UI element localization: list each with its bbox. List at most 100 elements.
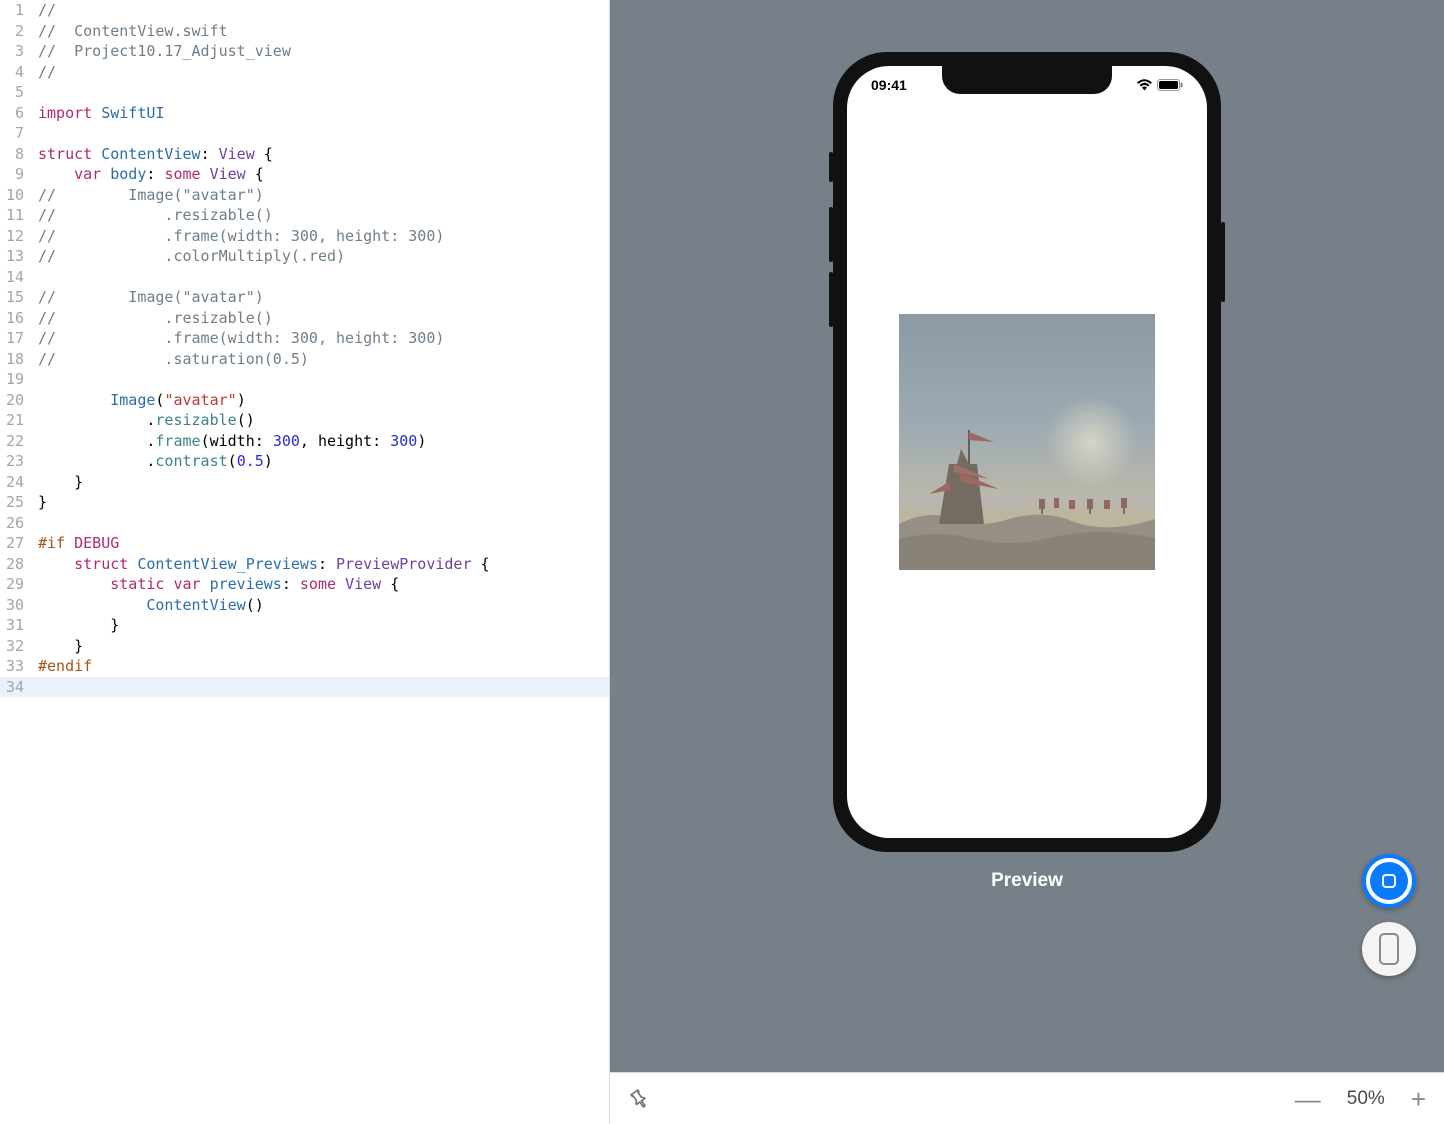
code-content[interactable]: // .resizable() [30, 205, 273, 226]
code-content[interactable]: // .colorMultiply(.red) [30, 246, 345, 267]
code-content[interactable] [30, 513, 38, 534]
code-content[interactable]: struct ContentView_Previews: PreviewProv… [30, 554, 490, 575]
code-content[interactable] [30, 267, 38, 288]
code-line[interactable]: 32 } [0, 636, 609, 657]
device-screen: 09:41 [847, 66, 1207, 838]
device-frame: 09:41 [833, 52, 1221, 852]
code-line[interactable]: 27#if DEBUG [0, 533, 609, 554]
line-number: 32 [0, 636, 30, 657]
code-content[interactable]: .frame(width: 300, height: 300) [30, 431, 426, 452]
code-line[interactable]: 20 Image("avatar") [0, 390, 609, 411]
code-content[interactable]: struct ContentView: View { [30, 144, 273, 165]
line-number: 23 [0, 451, 30, 472]
line-number: 8 [0, 144, 30, 165]
code-line[interactable]: 29 static var previews: some View { [0, 574, 609, 595]
code-line[interactable]: 21 .resizable() [0, 410, 609, 431]
line-number: 25 [0, 492, 30, 513]
line-number: 20 [0, 390, 30, 411]
code-line[interactable]: 17// .frame(width: 300, height: 300) [0, 328, 609, 349]
line-number: 22 [0, 431, 30, 452]
code-line[interactable]: 7 [0, 123, 609, 144]
code-content[interactable] [30, 369, 38, 390]
code-line[interactable]: 13// .colorMultiply(.red) [0, 246, 609, 267]
line-number: 24 [0, 472, 30, 493]
line-number: 7 [0, 123, 30, 144]
preview-on-device-button[interactable] [1362, 922, 1416, 976]
code-content[interactable]: .contrast(0.5) [30, 451, 273, 472]
code-line[interactable]: 3// Project10.17_Adjust_view [0, 41, 609, 62]
code-content[interactable]: } [30, 636, 83, 657]
code-content[interactable]: import SwiftUI [30, 103, 164, 124]
live-preview-button[interactable] [1362, 854, 1416, 908]
code-line[interactable]: 28 struct ContentView_Previews: PreviewP… [0, 554, 609, 575]
line-number: 31 [0, 615, 30, 636]
pin-icon[interactable] [628, 1088, 650, 1110]
code-line[interactable]: 31 } [0, 615, 609, 636]
code-content[interactable]: var body: some View { [30, 164, 264, 185]
code-line[interactable]: 2// ContentView.swift [0, 21, 609, 42]
line-number: 5 [0, 82, 30, 103]
code-line[interactable]: 33#endif [0, 656, 609, 677]
code-content[interactable]: // ContentView.swift [30, 21, 228, 42]
code-content[interactable]: #if DEBUG [30, 533, 119, 554]
code-line[interactable]: 14 [0, 267, 609, 288]
line-number: 26 [0, 513, 30, 534]
code-content[interactable]: .resizable() [30, 410, 255, 431]
code-content[interactable]: // Image("avatar") [30, 287, 264, 308]
code-line[interactable]: 5 [0, 82, 609, 103]
device-side-button [829, 207, 833, 262]
code-line[interactable]: 23 .contrast(0.5) [0, 451, 609, 472]
line-number: 29 [0, 574, 30, 595]
code-line[interactable]: 24 } [0, 472, 609, 493]
code-content[interactable]: // Project10.17_Adjust_view [30, 41, 291, 62]
code-content[interactable] [30, 123, 38, 144]
code-line[interactable]: 19 [0, 369, 609, 390]
code-line[interactable]: 22 .frame(width: 300, height: 300) [0, 431, 609, 452]
code-content[interactable]: static var previews: some View { [30, 574, 399, 595]
code-content[interactable]: Image("avatar") [30, 390, 246, 411]
code-content[interactable]: // .frame(width: 300, height: 300) [30, 226, 444, 247]
code-content[interactable]: #endif [30, 656, 92, 677]
line-number: 4 [0, 62, 30, 83]
code-content[interactable] [30, 82, 38, 103]
code-line[interactable]: 1// [0, 0, 609, 21]
code-content[interactable]: // .frame(width: 300, height: 300) [30, 328, 444, 349]
code-line[interactable]: 11// .resizable() [0, 205, 609, 226]
code-line[interactable]: 4// [0, 62, 609, 83]
code-line[interactable]: 15// Image("avatar") [0, 287, 609, 308]
zoom-in-button[interactable]: + [1411, 1086, 1426, 1112]
code-content[interactable]: } [30, 472, 83, 493]
code-content[interactable]: // [30, 62, 56, 83]
code-line[interactable]: 25} [0, 492, 609, 513]
code-content[interactable] [30, 677, 38, 698]
line-number: 9 [0, 164, 30, 185]
line-number: 16 [0, 308, 30, 329]
code-line[interactable]: 30 ContentView() [0, 595, 609, 616]
line-number: 27 [0, 533, 30, 554]
code-content[interactable]: ContentView() [30, 595, 264, 616]
code-content[interactable]: // Image("avatar") [30, 185, 264, 206]
preview-label: Preview [991, 870, 1063, 892]
code-content[interactable]: } [30, 615, 119, 636]
code-line[interactable]: 8struct ContentView: View { [0, 144, 609, 165]
preview-canvas[interactable]: 09:41 [610, 0, 1444, 1072]
code-editor[interactable]: 1//2// ContentView.swift3// Project10.17… [0, 0, 610, 1124]
code-line[interactable]: 34 [0, 677, 609, 698]
code-line[interactable]: 12// .frame(width: 300, height: 300) [0, 226, 609, 247]
code-line[interactable]: 16// .resizable() [0, 308, 609, 329]
zoom-out-button[interactable]: — [1295, 1086, 1321, 1112]
code-content[interactable]: // .saturation(0.5) [30, 349, 309, 370]
code-content[interactable]: } [30, 492, 47, 513]
code-line[interactable]: 18// .saturation(0.5) [0, 349, 609, 370]
line-number: 1 [0, 0, 30, 21]
code-line[interactable]: 10// Image("avatar") [0, 185, 609, 206]
preview-pane: 09:41 [610, 0, 1444, 1124]
code-line[interactable]: 9 var body: some View { [0, 164, 609, 185]
code-line[interactable]: 26 [0, 513, 609, 534]
code-content[interactable]: // [30, 0, 56, 21]
code-line[interactable]: 6import SwiftUI [0, 103, 609, 124]
preview-toolbar: — 50% + [610, 1072, 1444, 1124]
code-content[interactable]: // .resizable() [30, 308, 273, 329]
wifi-icon [1136, 79, 1153, 91]
line-number: 11 [0, 205, 30, 226]
